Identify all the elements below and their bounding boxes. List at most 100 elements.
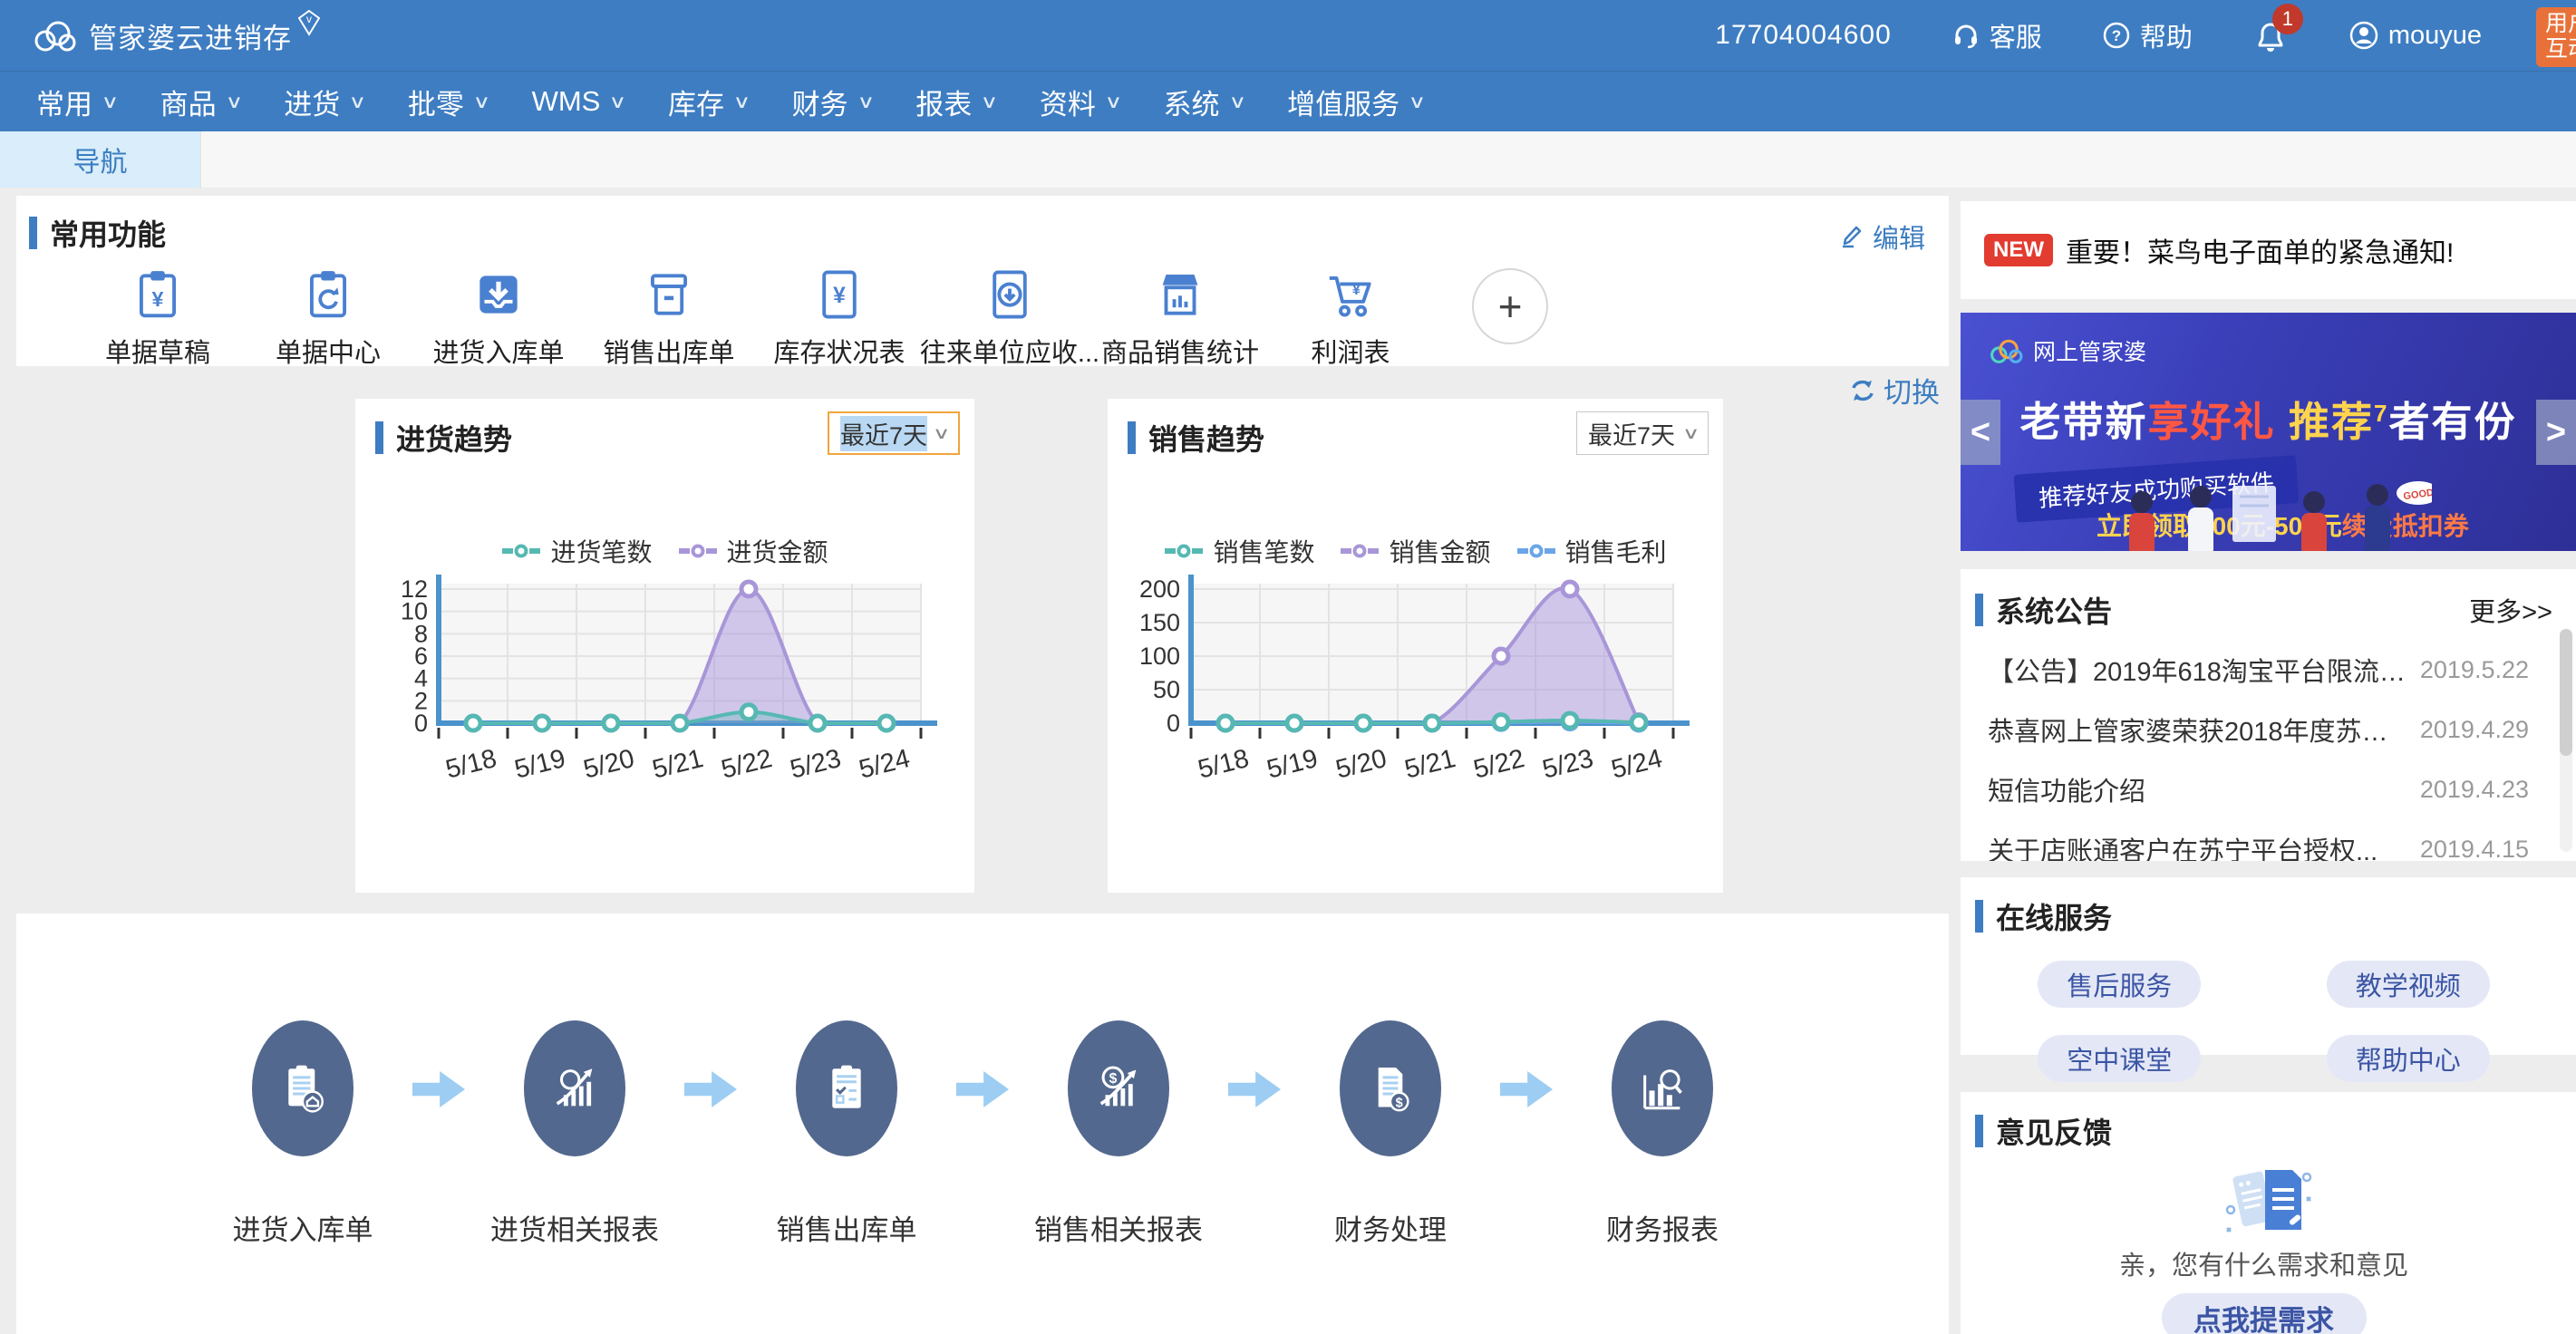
archive-minus-icon [641,266,697,323]
top-header: 管家婆云进销存 v 17704004600 客服 ? 帮助 [0,0,2576,71]
announcements-card: 系统公告 更多>> 【公告】2019年618淘宝平台限流政... 2019.5.… [1961,569,2576,861]
chevron-down-icon: ∨ [472,91,490,113]
flow-step-finance-reports[interactable]: 财务报表 [1561,1020,1765,1248]
svg-text:¥: ¥ [1352,281,1361,298]
section-title: 意见反馈 [1996,1110,2112,1152]
svg-text:5/18: 5/18 [443,744,500,785]
shortcut-profit-report[interactable]: ¥ 利润表 [1265,266,1436,370]
sales-range-dropdown[interactable]: 最近7天 ∨ [1576,411,1709,455]
announcements-scrollbar[interactable] [2560,629,2572,852]
shortcut-receivables[interactable]: 往来单位应收... [925,266,1095,370]
legend-marker-icon [501,543,541,559]
edit-button[interactable]: 编辑 [1838,218,1925,256]
section-title: 系统公告 [1996,589,2112,631]
svg-text:¥: ¥ [152,287,164,311]
legend-item[interactable]: 销售笔数 [1164,533,1314,569]
chevron-down-icon: ∨ [1409,91,1427,113]
legend-marker-icon [678,543,718,559]
announcement-item[interactable]: 关于店账通客户在苏宁平台授权... 2019.4.15 [1988,819,2552,861]
customer-service-button[interactable]: 客服 [1951,16,2042,54]
app-title: 管家婆云进销存 [89,15,292,56]
banner-brand: 网上管家婆 [2033,334,2146,367]
help-center-button[interactable]: 帮助中心 [2327,1035,2490,1082]
purchase-range-dropdown[interactable]: 最近7天 ∨ [828,411,960,455]
clipboard-yen-icon: ¥ [130,266,186,323]
after-sales-service-button[interactable]: 售后服务 [2038,961,2201,1008]
flow-step-purchase-inbound[interactable]: 进货入库单 [201,1020,405,1248]
storefront-chart-icon [1152,266,1208,323]
section-title: 在线服务 [1996,895,2112,937]
nav-item-value-added[interactable]: 增值服务∨ [1265,72,1446,131]
chart-magnifier-icon [524,1020,625,1156]
svg-text:v: v [306,13,312,25]
legend-item[interactable]: 进货笔数 [501,533,652,569]
more-announcements-link[interactable]: 更多>> [2469,591,2552,629]
bar-chart-search-icon [1612,1020,1713,1156]
shortcut-sales-statistics[interactable]: 商品销售统计 [1095,266,1265,370]
flow-step-purchase-reports[interactable]: 进货相关报表 [473,1020,677,1248]
shortcut-document-center[interactable]: 单据中心 [243,266,413,370]
legend-marker-icon [1516,543,1556,559]
switch-button[interactable]: 切换 [1847,370,1940,411]
tab-navigation[interactable]: 导航 [0,131,201,188]
version-badge-icon: v [297,9,321,36]
shortcut-purchase-inbound[interactable]: 进货入库单 [413,266,584,370]
tab-bar: 导航 [0,131,2576,188]
svg-text:5/20: 5/20 [1333,744,1390,785]
banner-headline: 老带新享好礼 推荐7者有份 [1961,389,2576,448]
nav-item-goods[interactable]: 商品∨ [139,72,263,131]
tutorial-videos-button[interactable]: 教学视频 [2327,961,2490,1008]
legend-item[interactable]: 销售金额 [1340,533,1490,569]
nav-item-finance[interactable]: 财务∨ [770,72,895,131]
nav-item-reports[interactable]: 报表∨ [894,72,1018,131]
legend-item[interactable]: 销售毛利 [1516,533,1667,569]
help-button[interactable]: ? 帮助 [2102,16,2193,54]
svg-text:5/18: 5/18 [1196,744,1253,785]
user-menu[interactable]: mouyue [2348,20,2482,51]
announcement-item[interactable]: 短信功能介绍 2019.4.23 [1988,759,2552,819]
contact-phone: 17704004600 [1715,20,1892,51]
document-arrow-down-icon [982,266,1038,323]
carousel-prev-button[interactable]: < [1961,400,2000,465]
flow-arrow-icon [677,1071,745,1107]
add-shortcut-button[interactable]: + [1472,268,1548,344]
flow-arrow-icon [405,1071,473,1107]
announcement-item[interactable]: 【公告】2019年618淘宝平台限流政... 2019.5.22 [1988,640,2552,700]
submit-feedback-button[interactable]: 点我提需求 [2162,1293,2367,1334]
shortcut-inventory-status[interactable]: ¥ 库存状况表 [754,266,925,370]
headset-icon [1951,21,1980,50]
user-interaction-tab[interactable]: 用户 互动 [2536,7,2576,67]
chevron-down-icon: ∨ [349,91,367,113]
nav-item-wms[interactable]: WMS∨ [510,72,646,131]
svg-text:5/23: 5/23 [788,744,845,785]
box-arrow-down-icon [470,266,527,323]
flow-step-sales-reports[interactable]: $ 销售相关报表 [1017,1020,1221,1248]
cart-icon: ¥ [1322,266,1379,323]
notifications-button[interactable]: 1 [2252,16,2289,54]
nav-item-system[interactable]: 系统∨ [1142,72,1266,131]
chevron-down-icon: ∨ [1682,424,1700,443]
nav-item-data[interactable]: 资料∨ [1018,72,1142,131]
nav-item-common[interactable]: 常用∨ [15,72,139,131]
chevron-down-icon: ∨ [933,424,951,443]
flow-step-sales-outbound[interactable]: 销售出库单 [745,1020,949,1248]
app-logo: 管家婆云进销存 v [31,15,321,56]
sales-trend-card: 销售趋势 最近7天 ∨ 销售笔数销售金额销售毛利 0501001502005/1… [1108,399,1723,893]
online-classroom-button[interactable]: 空中课堂 [2038,1035,2201,1082]
announcement-item[interactable]: 恭喜网上管家婆荣获2018年度苏宁易... 2019.4.29 [1988,700,2552,759]
urgent-notice[interactable]: NEW 重要！菜鸟电子面单的紧急通知! [1961,201,2576,299]
flow-step-finance-processing[interactable]: $ 财务处理 [1289,1020,1493,1248]
document-coin-icon: $ [1340,1020,1441,1156]
chevron-down-icon: ∨ [101,91,119,113]
shortcut-draft-documents[interactable]: ¥ 单据草稿 [73,266,243,370]
nav-item-purchase[interactable]: 进货∨ [262,72,386,131]
svg-text:5/22: 5/22 [1471,744,1528,785]
legend-item[interactable]: 进货金额 [678,533,828,569]
nav-item-retail[interactable]: 批零∨ [386,72,510,131]
shortcut-sales-outbound[interactable]: 销售出库单 [584,266,754,370]
nav-item-inventory[interactable]: 库存∨ [646,72,770,131]
carousel-next-button[interactable]: > [2536,400,2576,465]
section-accent-bar [1975,900,1983,933]
promo-banner[interactable]: 网上管家婆 老带新享好礼 推荐7者有份 推荐好友成功购买软件 立即领取100元-… [1961,313,2576,551]
feedback-documents-icon [2214,1163,2314,1239]
